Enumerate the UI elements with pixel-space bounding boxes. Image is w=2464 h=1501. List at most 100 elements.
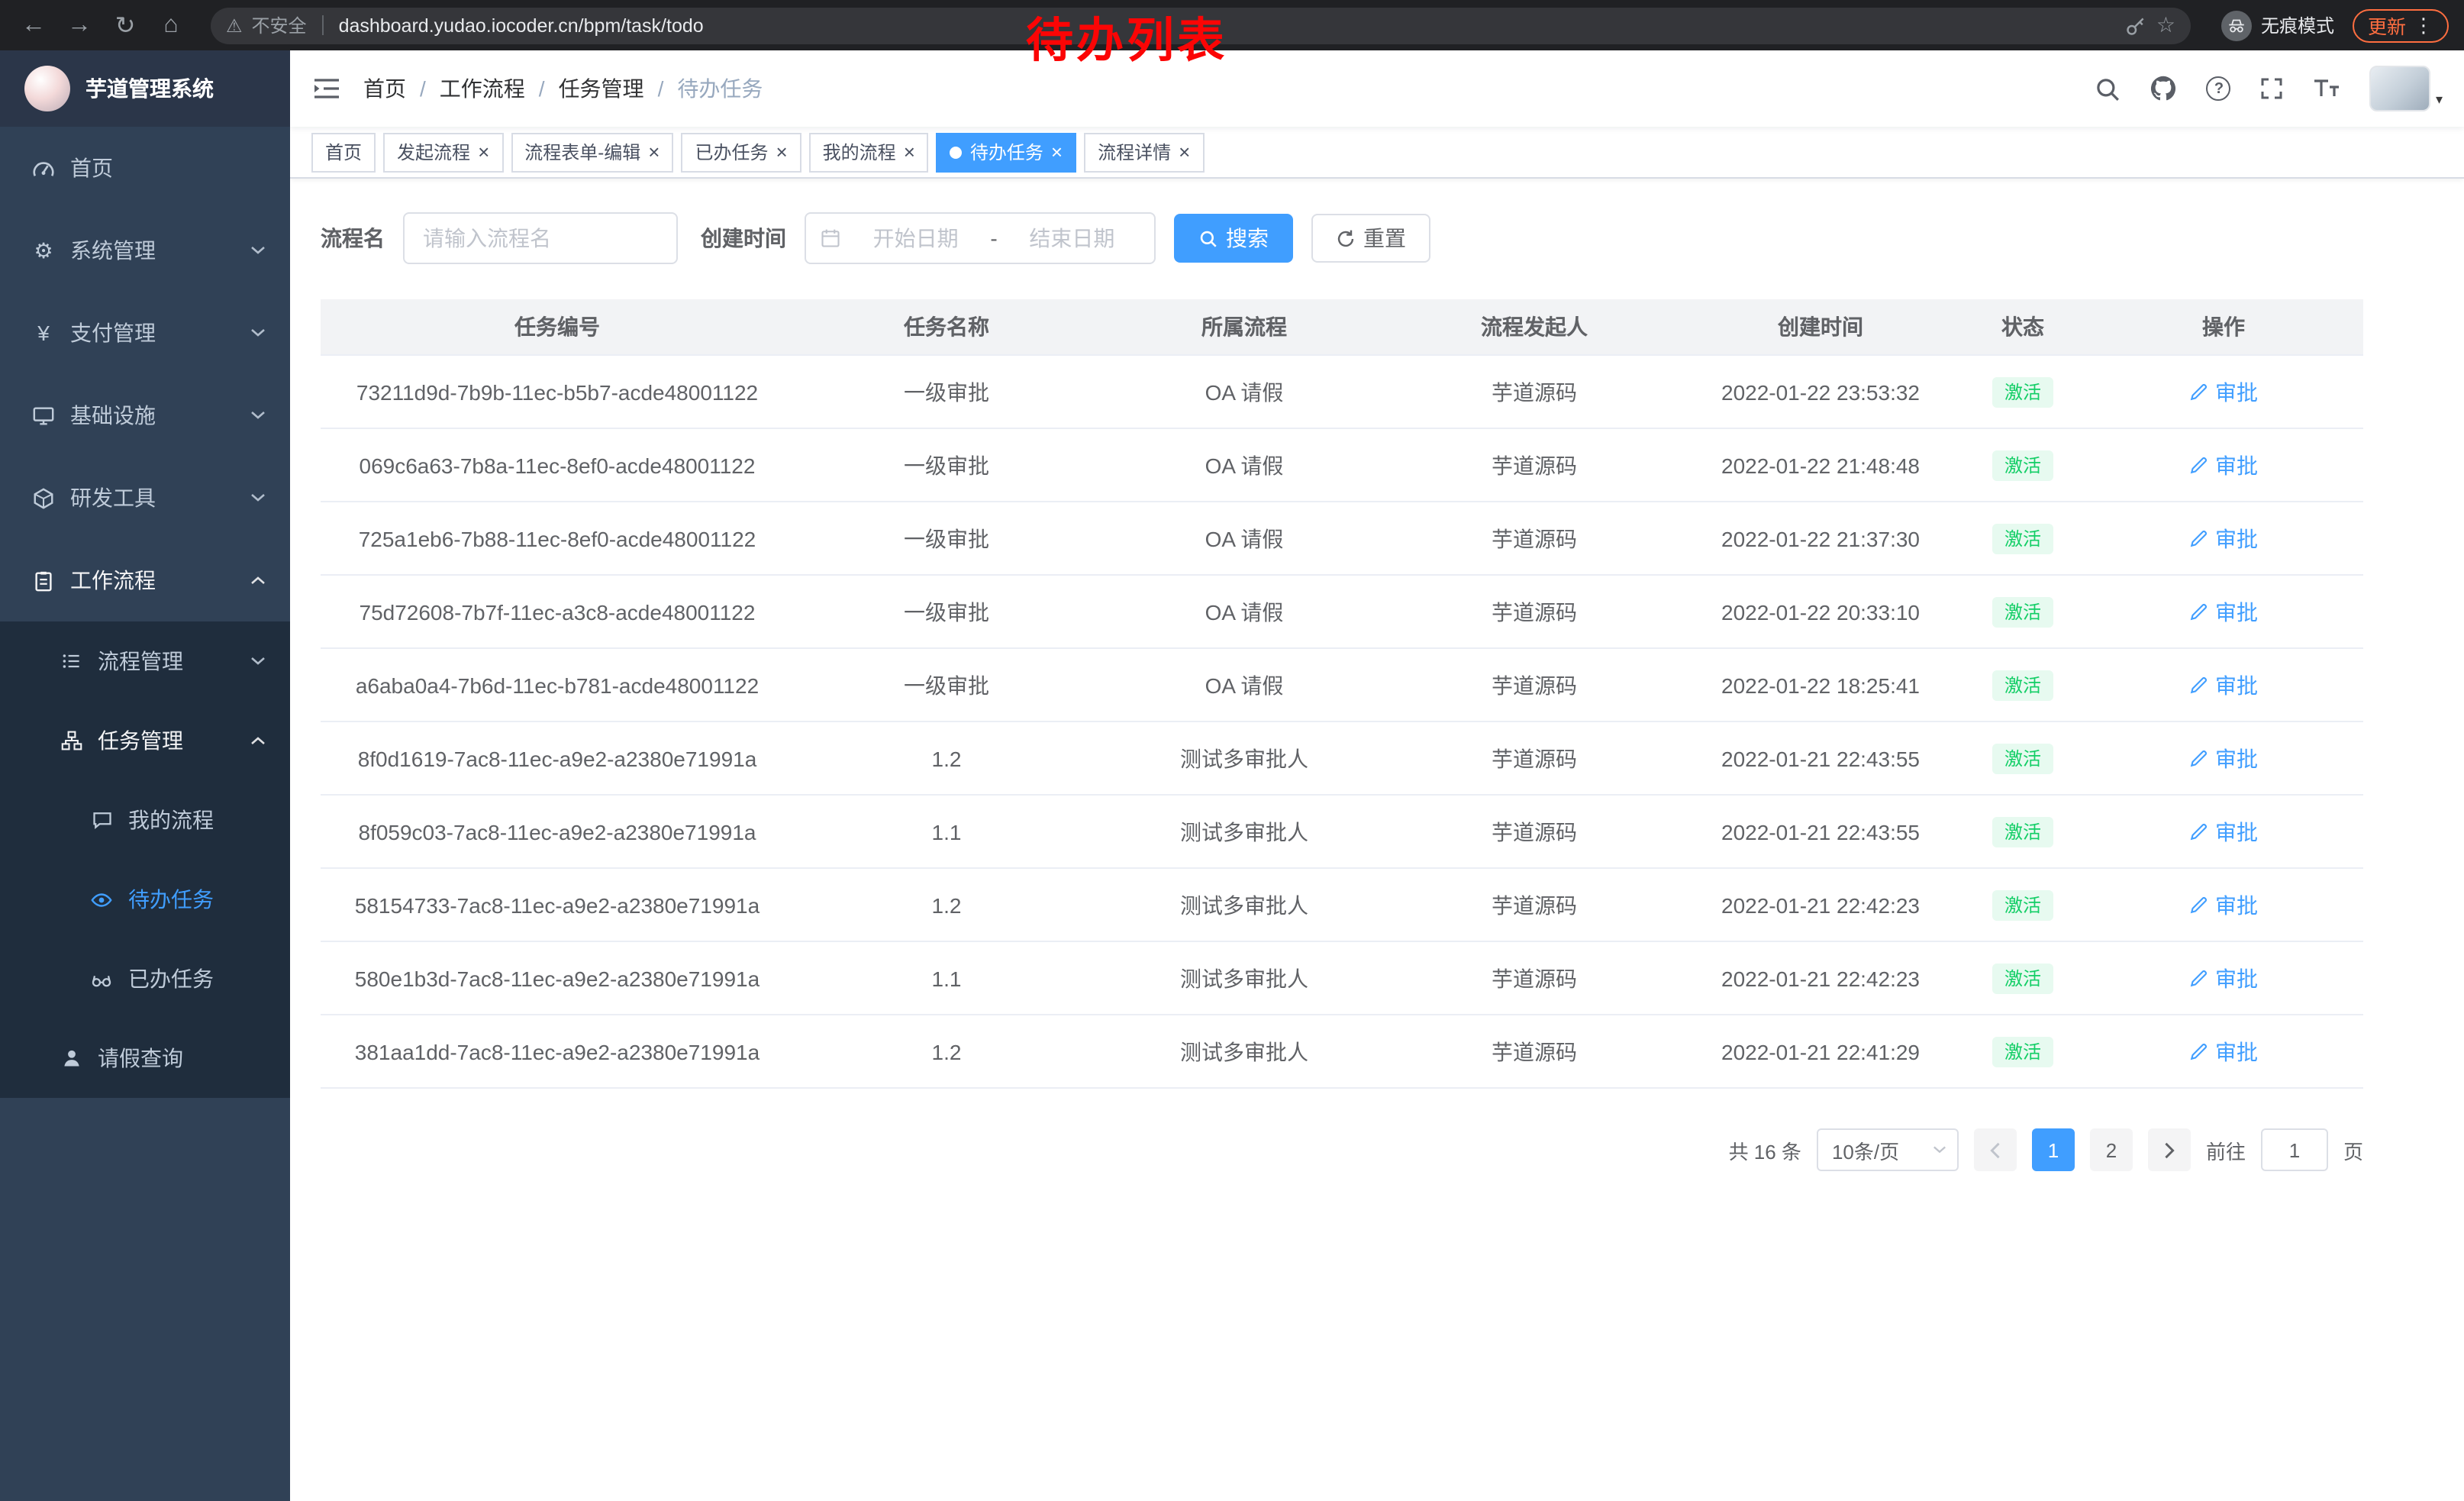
github-icon[interactable] bbox=[2150, 75, 2178, 102]
approve-link[interactable]: 审批 bbox=[2189, 450, 2258, 480]
page-number-1[interactable]: 1 bbox=[2032, 1128, 2075, 1171]
tag-my-process[interactable]: 我的流程 × bbox=[809, 132, 929, 172]
tag-process-form-edit[interactable]: 流程表单-编辑 × bbox=[511, 132, 673, 172]
page-size-select[interactable]: 10条/页 bbox=[1817, 1128, 1959, 1171]
back-icon[interactable]: ← bbox=[15, 11, 52, 39]
column-header: 创建时间 bbox=[1679, 311, 1962, 342]
column-header: 状态 bbox=[1962, 311, 2084, 342]
cell-task-id: 75d72608-7b7f-11ec-a3c8-acde48001122 bbox=[321, 599, 794, 624]
cell-task-name: 1.2 bbox=[794, 893, 1099, 917]
sidebar-item-label: 基础设施 bbox=[70, 400, 156, 431]
approve-link[interactable]: 审批 bbox=[2189, 743, 2258, 773]
breadcrumb-item[interactable]: 首页 bbox=[363, 73, 406, 104]
date-range-picker[interactable]: 开始日期 - 结束日期 bbox=[805, 212, 1156, 264]
tag-done-tasks[interactable]: 已办任务 × bbox=[681, 132, 801, 172]
cell-flow: OA 请假 bbox=[1099, 523, 1389, 554]
page-number-2[interactable]: 2 bbox=[2090, 1128, 2133, 1171]
breadcrumb-item[interactable]: 工作流程 bbox=[440, 73, 525, 104]
browser-chrome: ← → ↻ ⌂ ⚠ 不安全 dashboard.yudao.iocoder.cn… bbox=[0, 0, 2464, 50]
approve-link[interactable]: 审批 bbox=[2189, 670, 2258, 700]
status-badge: 激活 bbox=[1992, 963, 2053, 993]
search-button[interactable]: 搜索 bbox=[1174, 214, 1293, 263]
approve-link[interactable]: 审批 bbox=[2189, 1036, 2258, 1067]
sidebar-item-label: 支付管理 bbox=[70, 318, 156, 348]
cell-task-name: 一级审批 bbox=[794, 523, 1099, 554]
help-icon[interactable]: ? bbox=[2207, 76, 2231, 101]
cell-starter: 芋道源码 bbox=[1389, 743, 1679, 773]
sidebar-item-home[interactable]: 首页 bbox=[0, 127, 290, 209]
reset-button[interactable]: 重置 bbox=[1311, 214, 1430, 263]
sidebar-item-system[interactable]: ⚙ 系统管理 bbox=[0, 209, 290, 292]
start-date-placeholder[interactable]: 开始日期 bbox=[847, 223, 984, 253]
breadcrumb: 首页 / 工作流程 / 任务管理 / 待办任务 bbox=[363, 73, 763, 104]
search-icon[interactable] bbox=[2095, 76, 2121, 102]
active-dot bbox=[950, 146, 963, 158]
approve-link[interactable]: 审批 bbox=[2189, 376, 2258, 407]
sidebar-item-my-process[interactable]: 我的流程 bbox=[0, 780, 290, 860]
sidebar-item-todo-tasks[interactable]: 待办任务 bbox=[0, 860, 290, 939]
page-unit-label: 页 bbox=[2343, 1135, 2363, 1164]
breadcrumb-item-current: 待办任务 bbox=[677, 73, 763, 104]
gear-icon: ⚙ bbox=[31, 237, 56, 263]
sidebar-item-workflow[interactable]: 工作流程 bbox=[0, 539, 290, 621]
status-badge: 激活 bbox=[1992, 743, 2053, 773]
approve-link[interactable]: 审批 bbox=[2189, 889, 2258, 920]
goto-page-input[interactable] bbox=[2261, 1128, 2328, 1171]
tag-home[interactable]: 首页 bbox=[311, 132, 376, 172]
menu-kebab-icon[interactable]: ⋮ bbox=[2414, 13, 2433, 37]
home-icon[interactable]: ⌂ bbox=[153, 11, 189, 39]
sidebar-menu: 首页 ⚙ 系统管理 ¥ 支付管理 基础设施 研发工具 bbox=[0, 127, 290, 1098]
next-page-button[interactable] bbox=[2148, 1128, 2191, 1171]
fullscreen-icon[interactable] bbox=[2260, 76, 2285, 101]
update-label: 更新 bbox=[2368, 11, 2406, 40]
bookmark-star-icon[interactable]: ☆ bbox=[2156, 12, 2175, 38]
cell-task-id: 725a1eb6-7b88-11ec-8ef0-acde48001122 bbox=[321, 526, 794, 550]
cell-starter: 芋道源码 bbox=[1389, 523, 1679, 554]
close-icon[interactable]: × bbox=[478, 142, 489, 162]
tag-process-detail[interactable]: 流程详情 × bbox=[1084, 132, 1204, 172]
approve-link[interactable]: 审批 bbox=[2189, 523, 2258, 554]
user-icon bbox=[58, 1047, 84, 1069]
sidebar-item-infrastructure[interactable]: 基础设施 bbox=[0, 374, 290, 457]
sidebar-item-leave-query[interactable]: 请假查询 bbox=[0, 1018, 290, 1098]
close-icon[interactable]: × bbox=[648, 142, 660, 162]
update-button[interactable]: 更新 ⋮ bbox=[2353, 8, 2449, 42]
sidebar-item-payment[interactable]: ¥ 支付管理 bbox=[0, 292, 290, 374]
app-logo[interactable]: 芋道管理系统 bbox=[0, 50, 290, 127]
close-icon[interactable]: × bbox=[904, 142, 915, 162]
sidebar-item-task-management[interactable]: 任务管理 bbox=[0, 701, 290, 780]
tag-start-process[interactable]: 发起流程 × bbox=[383, 132, 503, 172]
range-separator: - bbox=[990, 226, 997, 250]
process-name-input[interactable] bbox=[403, 212, 678, 264]
key-icon[interactable] bbox=[2126, 15, 2147, 36]
sidebar-item-process-management[interactable]: 流程管理 bbox=[0, 621, 290, 701]
sidebar-item-done-tasks[interactable]: 已办任务 bbox=[0, 939, 290, 1018]
cell-task-name: 1.2 bbox=[794, 1039, 1099, 1064]
close-icon[interactable]: × bbox=[776, 142, 787, 162]
yen-icon: ¥ bbox=[31, 321, 56, 345]
reload-icon[interactable]: ↻ bbox=[107, 10, 144, 40]
breadcrumb-separator: / bbox=[539, 76, 545, 101]
user-menu[interactable]: ▾ bbox=[2370, 66, 2443, 111]
approve-link[interactable]: 审批 bbox=[2189, 963, 2258, 993]
prev-page-button[interactable] bbox=[1974, 1128, 2017, 1171]
status-badge: 激活 bbox=[1992, 889, 2053, 920]
sidebar-toggle-icon[interactable] bbox=[290, 76, 363, 101]
close-icon[interactable]: × bbox=[1051, 142, 1063, 162]
table-row: 75d72608-7b7f-11ec-a3c8-acde48001122 一级审… bbox=[321, 576, 2363, 649]
font-size-icon[interactable] bbox=[2314, 78, 2341, 99]
cell-task-id: 8f0d1619-7ac8-11ec-a9e2-a2380e71991a bbox=[321, 746, 794, 770]
tag-todo-tasks[interactable]: 待办任务 × bbox=[937, 132, 1076, 172]
breadcrumb-item[interactable]: 任务管理 bbox=[559, 73, 644, 104]
calendar-icon bbox=[820, 228, 841, 249]
close-icon[interactable]: × bbox=[1179, 142, 1190, 162]
end-date-placeholder[interactable]: 结束日期 bbox=[1004, 223, 1140, 253]
sidebar-item-devtools[interactable]: 研发工具 bbox=[0, 457, 290, 539]
incognito-badge: 无痕模式 bbox=[2221, 10, 2334, 40]
table-row: 725a1eb6-7b88-11ec-8ef0-acde48001122 一级审… bbox=[321, 502, 2363, 576]
approve-link[interactable]: 审批 bbox=[2189, 816, 2258, 847]
approve-link[interactable]: 审批 bbox=[2189, 596, 2258, 627]
forward-icon[interactable]: → bbox=[61, 11, 98, 39]
table-row: 580e1b3d-7ac8-11ec-a9e2-a2380e71991a 1.1… bbox=[321, 942, 2363, 1015]
cell-time: 2022-01-21 22:43:55 bbox=[1679, 819, 1962, 844]
